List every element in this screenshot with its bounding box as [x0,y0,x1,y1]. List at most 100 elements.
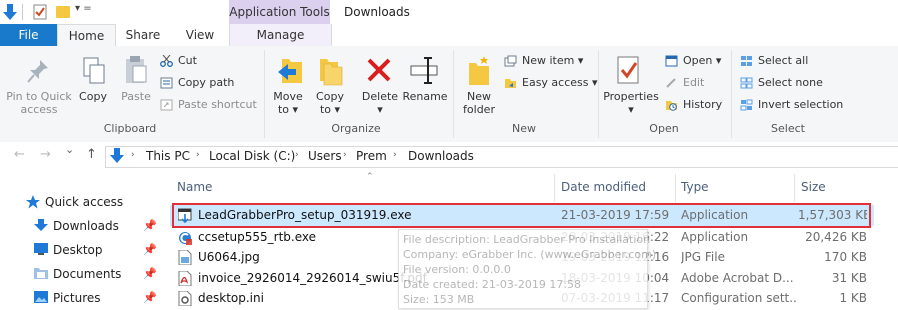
copy-icon [83,57,105,84]
copy-path-button[interactable]: Copy path [158,74,234,92]
copy-to-button[interactable]: Copy to ▾ [312,90,348,116]
scissors-icon [160,55,173,67]
up-arrow-icon[interactable]: ↑ [86,147,97,162]
context-tab-group-label: Application Tools [229,0,330,24]
breadcrumb-prem[interactable]: Prem [356,149,387,163]
move-to-icon [278,59,302,83]
properties-icon[interactable] [33,4,47,20]
move-to-line1: Move [273,90,303,103]
pin-label-line2: access [20,103,58,116]
file-info-tooltip: File description: LeadGrabber Pro Instal… [398,229,656,309]
tooltip-description: File description: LeadGrabber Pro Instal… [403,233,651,246]
paste-shortcut-icon [160,99,173,111]
cut-label: Cut [178,54,197,67]
nav-item-quick-access[interactable]: Quick access [45,191,123,213]
invert-selection-button[interactable]: Invert selection [738,96,843,114]
file-size: 1 KB [839,291,867,305]
nav-item-downloads[interactable]: Downloads [53,215,119,237]
nav-item-documents[interactable]: Documents [53,263,121,285]
tooltip-company: Company: eGrabber Inc. (www.eGrabber.com… [403,248,657,261]
pin-to-quick-access-button[interactable]: Pin to Quick access [4,90,74,116]
pin-icon[interactable]: 📌 [143,291,157,304]
file-type: Application [681,230,749,244]
paste-shortcut-button[interactable]: Paste shortcut [158,96,257,114]
paste-icon [126,56,147,83]
column-header-name[interactable]: Name [177,178,212,196]
invert-selection-icon [740,99,753,111]
column-divider[interactable] [794,174,795,202]
rename-button[interactable]: Rename [402,90,448,103]
column-divider[interactable] [554,174,555,202]
copy-path-icon [160,77,173,89]
tab-share[interactable]: Share [115,24,171,46]
breadcrumb-separator: › [131,150,135,160]
documents-icon [34,268,48,279]
edit-button[interactable]: Edit [663,74,704,92]
breadcrumb-this-pc[interactable]: This PC [146,149,190,163]
tab-file[interactable]: File [0,24,57,46]
properties-line1: Properties [603,90,659,103]
tab-manage[interactable]: Manage [229,24,332,46]
breadcrumb-users[interactable]: Users [308,149,342,163]
title-bar [0,0,898,24]
recent-locations-icon[interactable]: ⌄ [65,143,74,156]
file-type: Configuration sett... [681,291,796,305]
new-folder-icon [469,56,489,85]
properties-button[interactable]: Properties ▾ [602,90,660,116]
pin-icon[interactable]: 📌 [143,243,157,256]
select-all-button[interactable]: Select all [738,52,808,70]
file-size: 170 KB [824,250,867,264]
delete-button[interactable]: Delete ▾ [360,90,400,116]
file-type: JPG File [681,250,725,264]
desktop-icon [34,243,48,255]
move-to-button[interactable]: Move to ▾ [270,90,306,116]
new-folder-icon[interactable] [56,6,70,18]
back-arrow-icon[interactable]: ← [14,147,25,162]
copy-to-line2: to ▾ [319,103,341,116]
settings-file-icon [178,291,192,306]
copy-button[interactable]: Copy [76,90,110,103]
copy-to-line1: Copy [316,90,344,103]
breadcrumb-separator: › [343,150,347,160]
select-none-button[interactable]: Select none [738,74,823,92]
select-none-label: Select none [758,76,823,89]
breadcrumb-local-disk[interactable]: Local Disk (C:) [209,149,295,163]
pin-icon[interactable]: 📌 [143,219,157,232]
down-arrow-icon[interactable] [2,3,18,21]
history-button[interactable]: History [663,96,722,114]
pin-label-line1: Pin to Quick [6,90,72,103]
tooltip-size: Size: 153 MB [403,293,475,306]
column-header-size[interactable]: Size [801,178,826,196]
breadcrumb-downloads[interactable]: Downloads [408,149,474,163]
new-item-button[interactable]: New item ▾ [502,52,583,70]
history-icon [666,101,677,111]
file-type: Adobe Acrobat D... [681,271,794,285]
cut-button[interactable]: Cut [158,52,197,70]
nav-item-pictures[interactable]: Pictures [53,287,101,309]
new-folder-button[interactable]: New folder [459,90,499,116]
customize-dropdown-icon[interactable]: ▾ = [75,3,92,14]
ccleaner-icon [179,232,192,245]
breadcrumb-separator: › [393,150,397,160]
delete-icon [367,58,391,82]
paste-button[interactable]: Paste [118,90,154,103]
group-label-new: New [512,122,536,135]
column-divider[interactable] [675,174,676,202]
tab-view[interactable]: View [172,24,228,46]
rename-icon [410,57,438,84]
download-icon [34,219,48,231]
sort-indicator-icon: ⌃ [366,172,374,182]
tooltip-version: File version: 0.0.0.0 [403,263,511,276]
forward-arrow-icon[interactable]: → [40,147,51,162]
image-file-icon [178,250,192,265]
open-button[interactable]: Open ▾ [663,52,721,70]
properties-line2: ▾ [628,103,634,116]
open-icon [665,55,678,67]
pin-icon[interactable]: 📌 [143,267,157,280]
column-header-date-modified[interactable]: Date modified [561,178,646,196]
edit-label: Edit [683,76,705,89]
nav-item-desktop[interactable]: Desktop [53,239,103,261]
tab-home[interactable]: Home [57,24,116,47]
easy-access-button[interactable]: Easy access ▾ [502,74,598,92]
column-header-type[interactable]: Type [681,178,709,196]
